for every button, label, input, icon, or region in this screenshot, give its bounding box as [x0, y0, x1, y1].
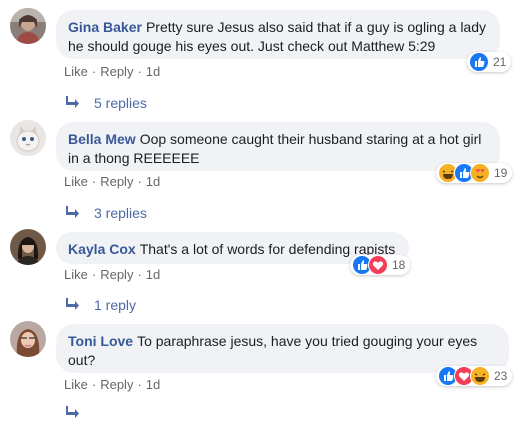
avatar[interactable]: [10, 120, 46, 156]
reaction-summary[interactable]: 23: [436, 366, 513, 386]
view-replies-link[interactable]: 1 reply: [66, 296, 136, 314]
like-link[interactable]: Like: [64, 377, 88, 392]
reaction-summary[interactable]: 18: [350, 255, 411, 275]
reaction-summary[interactable]: 19: [436, 163, 513, 183]
timestamp[interactable]: 1d: [146, 377, 160, 392]
reply-arrow-icon: [66, 296, 80, 314]
replies-count-label: 1 reply: [94, 297, 137, 313]
commenter-name[interactable]: Bella Mew: [68, 131, 136, 147]
like-link[interactable]: Like: [64, 174, 88, 189]
reply-link[interactable]: Reply: [100, 174, 133, 189]
comment-bubble: Bella Mew Oop someone caught their husban…: [56, 122, 500, 171]
reply-link[interactable]: Reply: [100, 377, 133, 392]
commenter-name[interactable]: Toni Love: [68, 333, 133, 349]
view-replies-link[interactable]: 5 replies: [66, 94, 147, 112]
reply-arrow-icon: [66, 94, 80, 112]
reply-link[interactable]: Reply: [100, 64, 133, 79]
love-face-icon: [470, 163, 490, 183]
avatar[interactable]: [10, 8, 46, 44]
comment-actions: Like · Reply · 1d: [64, 174, 161, 189]
view-replies-link[interactable]: 3 replies: [66, 204, 147, 222]
like-icon: [469, 52, 489, 72]
comment-actions: Like · Reply · 1d: [64, 267, 161, 282]
view-replies-link[interactable]: [66, 404, 94, 422]
reply-arrow-icon: [66, 204, 80, 222]
commenter-name[interactable]: Kayla Cox: [68, 241, 136, 257]
avatar[interactable]: [10, 321, 46, 357]
like-link[interactable]: Like: [64, 267, 88, 282]
comment-bubble: Gina Baker Pretty sure Jesus also said th…: [56, 10, 500, 59]
comment-bubble: Toni Love To paraphrase jesus, have you t…: [56, 324, 509, 373]
love-icon: [368, 255, 388, 275]
reaction-count: 23: [494, 369, 508, 383]
reaction-count: 21: [493, 55, 507, 69]
comment-actions: Like · Reply · 1d: [64, 64, 161, 79]
reaction-count: 19: [494, 166, 508, 180]
comment-actions: Like · Reply · 1d: [64, 377, 161, 392]
reaction-summary[interactable]: 21: [467, 52, 512, 72]
haha-icon: [470, 366, 490, 386]
replies-count-label: 3 replies: [94, 205, 147, 221]
like-link[interactable]: Like: [64, 64, 88, 79]
timestamp[interactable]: 1d: [146, 174, 160, 189]
timestamp[interactable]: 1d: [146, 64, 160, 79]
reaction-count: 18: [392, 258, 406, 272]
reply-arrow-icon: [66, 404, 80, 422]
reply-link[interactable]: Reply: [100, 267, 133, 282]
timestamp[interactable]: 1d: [146, 267, 160, 282]
commenter-name[interactable]: Gina Baker: [68, 19, 142, 35]
avatar[interactable]: [10, 229, 46, 265]
replies-count-label: 5 replies: [94, 95, 147, 111]
